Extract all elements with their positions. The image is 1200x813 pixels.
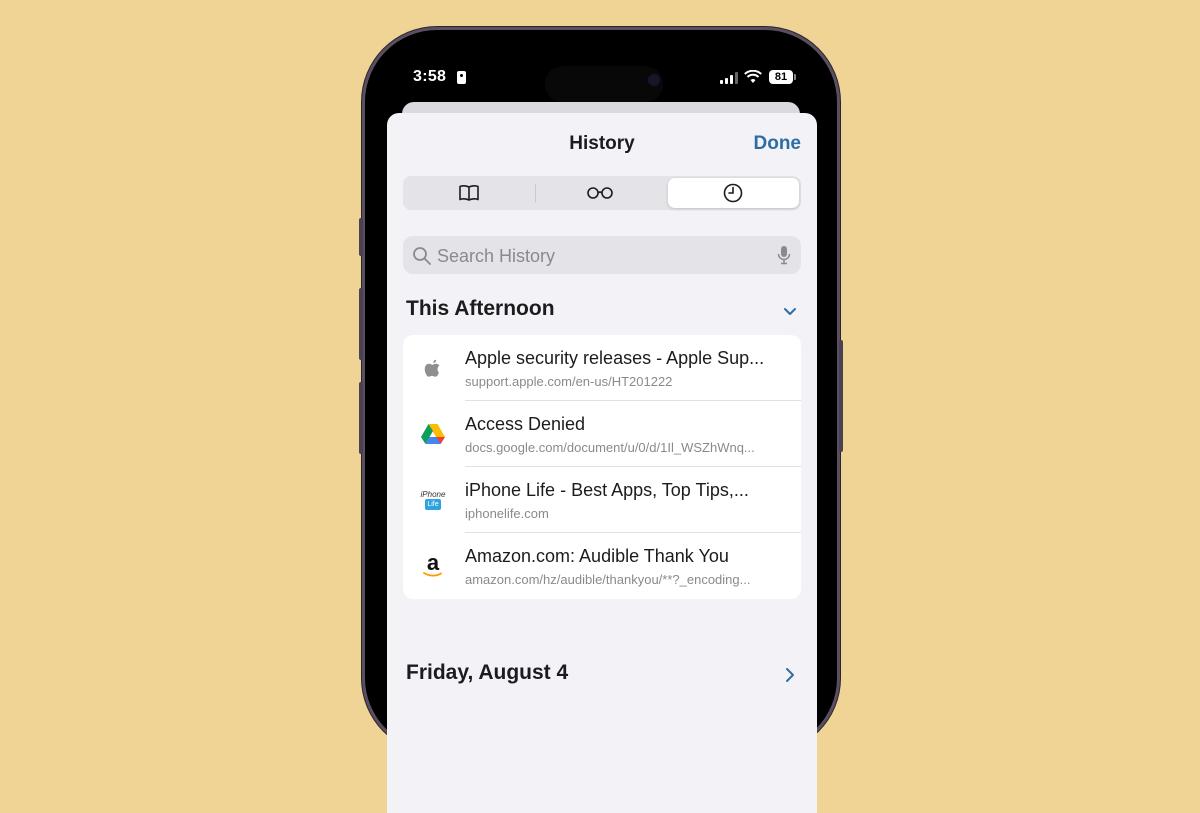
amazon-icon-letter: a [426, 550, 440, 575]
action-button [359, 218, 363, 256]
wifi-icon [744, 70, 762, 83]
apple-icon [417, 354, 449, 382]
iphone-life-icon: iPhone Life [417, 486, 449, 514]
iphone-life-icon-text: iPhone [420, 490, 446, 499]
chevron-down-icon[interactable] [783, 307, 797, 317]
amazon-icon: a [417, 552, 449, 580]
search-field [403, 236, 801, 276]
cellular-signal-icon [720, 72, 738, 84]
iphone-life-icon-badge: Life [425, 499, 441, 510]
search-input[interactable] [435, 236, 769, 276]
history-item-title: Access Denied [465, 414, 586, 434]
status-time: 3:58 [413, 68, 447, 85]
history-item-url: iphonelife.com [465, 506, 549, 521]
history-item-title: iPhone Life - Best Apps, Top Tips,... [465, 480, 749, 500]
page-title: History [569, 133, 635, 154]
history-item[interactable]: Access Denied docs.google.com/document/u… [403, 401, 801, 467]
focus-mode-icon [457, 71, 466, 84]
google-drive-icon [417, 420, 449, 448]
history-sheet: History Done Search History This Afterno… [387, 113, 817, 813]
dynamic-island [545, 66, 663, 102]
section-header-friday-august-4[interactable]: Friday, August 4 [406, 661, 568, 685]
glasses-icon [587, 187, 613, 199]
history-item-url: support.apple.com/en-us/HT201222 [465, 374, 673, 389]
camera-icon [648, 74, 660, 86]
tab-history[interactable] [667, 178, 799, 208]
amazon-smile-icon [423, 572, 442, 577]
history-item[interactable]: iPhone Life iPhone Life - Best Apps, Top… [403, 467, 801, 533]
volume-up-button [359, 288, 363, 360]
battery-indicator: 81 [769, 70, 796, 84]
history-item-url: amazon.com/hz/audible/thankyou/**?_encod… [465, 572, 751, 587]
section-header-this-afternoon: This Afternoon [406, 297, 555, 320]
history-item[interactable]: Apple security releases - Apple Sup... s… [403, 335, 801, 401]
history-item[interactable]: a Amazon.com: Audible Thank You amazon.c… [403, 533, 801, 599]
chevron-right-icon[interactable] [785, 667, 795, 683]
history-list: Apple security releases - Apple Sup... s… [403, 335, 801, 599]
side-button [839, 340, 843, 452]
history-item-title: Apple security releases - Apple Sup... [465, 348, 765, 368]
clock-icon [724, 183, 743, 203]
tab-bookmarks[interactable] [403, 176, 534, 210]
microphone-icon[interactable] [777, 245, 791, 265]
segmented-control [403, 176, 801, 210]
volume-down-button [359, 382, 363, 454]
done-button[interactable]: Done [754, 133, 802, 155]
history-item-title: Amazon.com: Audible Thank You [465, 546, 729, 566]
search-icon [413, 247, 431, 265]
book-icon [458, 185, 479, 201]
tab-reading-list[interactable] [534, 176, 665, 210]
history-item-url: docs.google.com/document/u/0/d/1Il_WSZhW… [465, 440, 755, 455]
phone-frame: 3:58 81 History Done Search History This… [359, 30, 843, 813]
